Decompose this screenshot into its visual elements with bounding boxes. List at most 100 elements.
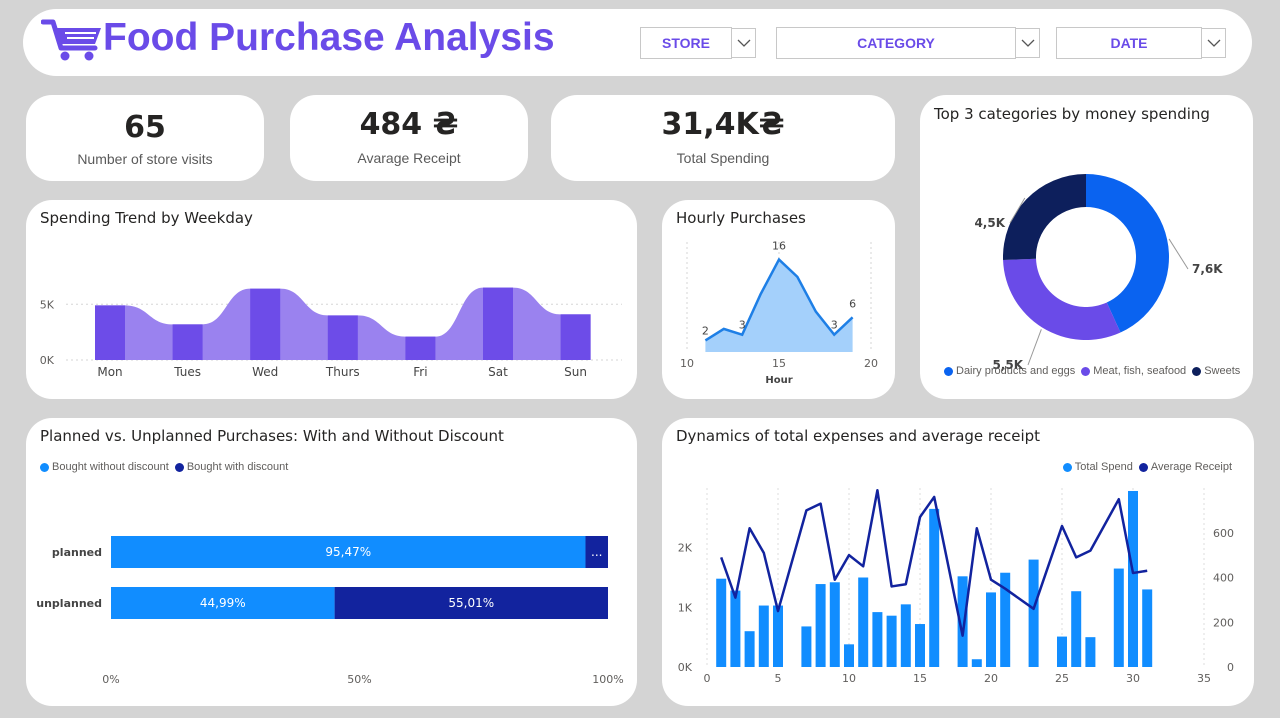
x-tick-label: 50% [347,673,371,686]
bar [872,612,883,667]
y2-tick-label: 0 [1227,661,1234,674]
x-tick-label: 20 [984,672,998,685]
x-tick-label: 15 [913,672,927,685]
x-tick-label: Wed [252,365,278,379]
x-tick-label: Thurs [325,365,360,379]
planned-chart: planned 95,47% ... unplanned 44,99% 55,01% 0% 5… [36,536,624,686]
store-filter[interactable]: STORE [640,27,756,59]
bar [829,582,840,667]
bar [744,631,755,667]
kpi-card-avg-receipt: 484 ₴ Avarage Receipt [290,95,528,181]
data-label: 3 [739,319,746,332]
data-label: 7,6K [1192,262,1223,276]
chart-title: Top 3 categories by money spending [934,105,1210,123]
data-label: 3 [831,319,838,332]
kpi-value: 31,4K₴ [661,107,785,142]
bar [1113,568,1124,667]
x-tick-label: 20 [864,357,878,370]
legend-item[interactable]: Sweets [1192,365,1240,377]
kpi-card-visits: 65 Number of store visits [26,95,264,181]
x-tick-label: Sat [488,365,508,379]
legend-swatch [944,366,953,376]
x-axis-label: Hour [765,375,792,386]
x-tick-label: 10 [680,357,694,370]
x-tick-label: 30 [1126,672,1140,685]
bar [986,592,996,667]
kpi-label: Avarage Receipt [357,150,461,166]
data-label: 4,5K [974,216,1005,230]
leader-line [1168,238,1189,270]
donut-chart: 7,6K5,5K4,5K [974,174,1223,372]
bar [886,615,897,667]
x-tick-label: Sun [564,365,587,379]
date-filter[interactable]: DATE [1056,27,1226,59]
bar [483,287,513,360]
chevron-down-icon[interactable] [1202,28,1226,58]
y-tick-label: 1K [678,601,693,614]
bar [844,644,854,667]
bar [1057,636,1067,667]
chevron-down-icon[interactable] [732,28,756,58]
kpi-label: Total Spending [676,150,770,166]
planned-unplanned-card: Planned vs. Unplanned Purchases: With an… [26,418,637,706]
chevron-down-icon[interactable] [1016,28,1040,58]
bar [730,590,741,667]
y-category-label: unplanned [36,597,102,610]
bar [900,604,911,667]
bar [1128,490,1138,667]
data-label: 2 [702,324,709,337]
bar [858,577,869,667]
bar [560,314,591,360]
store-filter-label: STORE [640,27,732,59]
y-tick-label: 0K [678,661,693,674]
data-label: ... [591,545,602,559]
legend-swatch [1192,366,1202,376]
bar [929,508,940,667]
bar [172,324,203,360]
chart-legend: Dairy products and eggs Meat, fish, seafo… [944,365,1246,377]
x-tick-label: 0% [102,673,119,686]
x-tick-label: Mon [97,365,122,379]
data-label: 16 [772,240,786,253]
weekday-trend-card: Spending Trend by Weekday 0K 5K Mon Tues Wed… [26,200,637,399]
y-category-label: planned [52,546,102,559]
donut-slice [1003,258,1121,340]
data-label: 95,47% [325,545,371,559]
x-tick-label: 5 [775,672,782,685]
kpi-label: Number of store visits [77,151,213,167]
data-label: 44,99% [200,596,246,610]
weekday-chart: 0K 5K Mon Tues Wed Thurs Fri Sat Sun [40,287,622,379]
bar [1085,637,1096,667]
data-label: 6 [849,297,856,310]
dynamics-card: Dynamics of total expenses and average r… [662,418,1254,706]
x-tick-label: 25 [1055,672,1069,685]
kpi-value: 65 [124,110,166,145]
leader-line [1027,329,1042,366]
x-tick-label: Fri [413,365,427,379]
bar [95,305,125,360]
dynamics-chart: 0 5 10 15 20 25 30 35 0K 1K 2K 0 200 400 600 [678,488,1234,685]
category-filter-label: CATEGORY [776,27,1016,59]
legend-item[interactable]: Dairy products and eggs [944,365,1075,377]
category-filter[interactable]: CATEGORY [776,27,1040,59]
y2-tick-label: 200 [1213,616,1234,629]
y2-tick-label: 600 [1213,527,1234,540]
legend-label: Dairy products and eggs [956,365,1076,377]
area-fill [705,259,853,352]
x-tick-label: 15 [772,357,786,370]
x-tick-label: Tues [173,365,201,379]
data-label: 55,01% [448,596,494,610]
bar [250,288,281,360]
legend-item[interactable]: Meat, fish, seafood [1081,365,1186,377]
x-tick-label: 0 [704,672,711,685]
hourly-chart: 2 3163610 15 20Hour [680,240,878,386]
cart-icon [40,16,105,66]
y-tick-label: 5K [40,298,55,311]
bar [971,659,982,667]
bar [405,336,436,360]
y-tick-label: 0K [40,354,55,367]
bar [716,578,727,667]
page-title: Food Purchase Analysis [103,16,555,59]
bar [801,626,812,667]
date-filter-label: DATE [1056,27,1202,59]
